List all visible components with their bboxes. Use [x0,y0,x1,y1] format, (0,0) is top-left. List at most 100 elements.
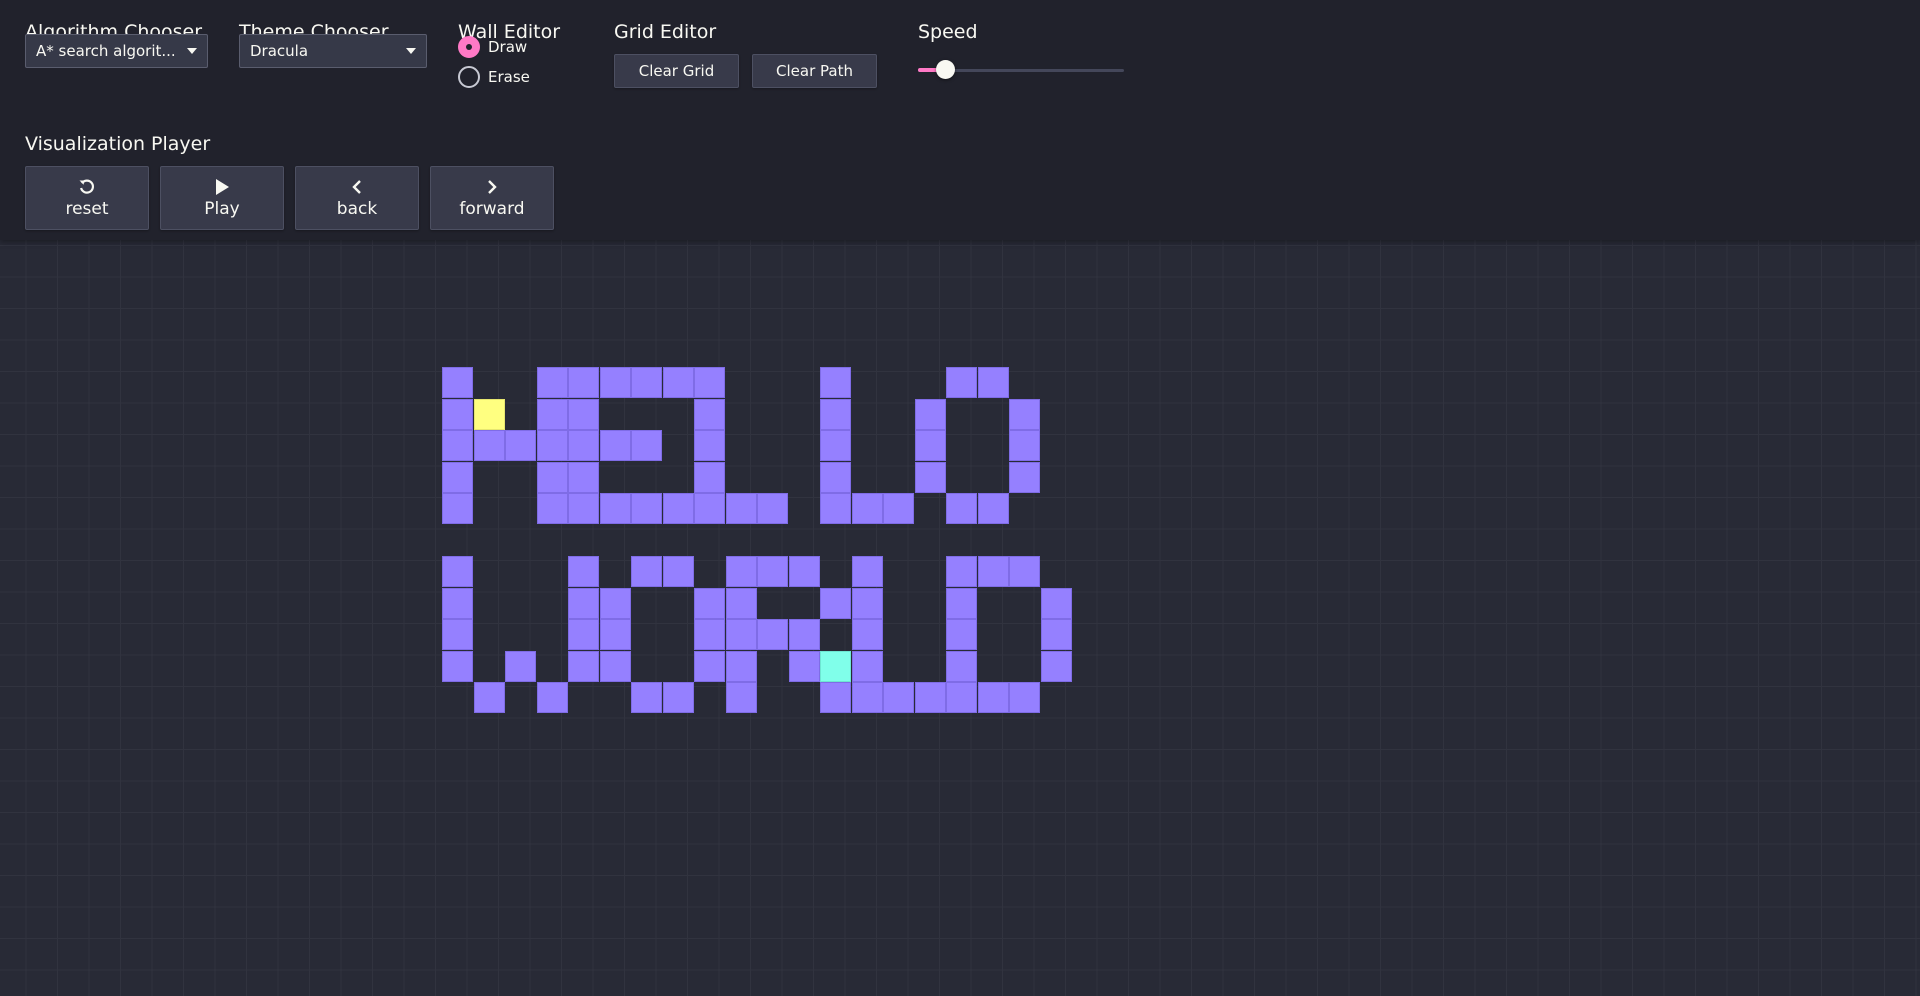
wall-cell[interactable] [442,493,473,524]
wall-cell[interactable] [599,367,631,398]
wall-cell[interactable] [694,367,725,398]
algorithm-select[interactable]: A* search algorit... [25,34,208,68]
wall-cell[interactable] [568,367,599,398]
wall-cell[interactable] [505,650,536,682]
play-button[interactable]: Play [160,166,284,230]
wall-cell[interactable] [757,619,788,650]
wall-cell[interactable] [694,619,725,650]
wall-cell[interactable] [725,619,757,650]
wall-cell[interactable] [662,367,694,398]
wall-cell[interactable] [1040,587,1072,619]
wall-cell[interactable] [725,682,757,713]
wall-cell[interactable] [442,587,473,619]
wall-cell[interactable] [914,430,946,461]
wall-cell[interactable] [977,493,1009,524]
clear-path-button[interactable]: Clear Path [752,54,877,88]
wall-cell[interactable] [631,682,662,713]
wall-cell[interactable] [599,619,631,650]
wall-cell[interactable] [977,556,1009,587]
wall-cell[interactable] [946,650,977,682]
wall-cell[interactable] [1040,619,1072,650]
wall-cell[interactable] [536,398,568,430]
back-button[interactable]: back [295,166,419,230]
reset-button[interactable]: reset [25,166,149,230]
wall-cell[interactable] [883,493,914,524]
wall-cell[interactable] [788,619,820,650]
wall-cell[interactable] [851,587,883,619]
wall-cell[interactable] [631,493,662,524]
wall-cell[interactable] [442,430,473,461]
wall-cell[interactable] [599,587,631,619]
start-node[interactable] [473,398,505,430]
wall-cell[interactable] [536,430,568,461]
theme-select[interactable]: Dracula [239,34,427,68]
speed-slider-thumb[interactable] [935,60,955,79]
wall-cell[interactable] [1009,556,1040,587]
wall-cell[interactable] [631,430,662,461]
wall-cell[interactable] [662,682,694,713]
wall-cell[interactable] [568,556,599,587]
wall-cell[interactable] [757,556,788,587]
wall-cell[interactable] [820,398,851,430]
wall-cell[interactable] [442,650,473,682]
wall-cell[interactable] [977,682,1009,713]
wall-cell[interactable] [725,650,757,682]
wall-cell[interactable] [442,556,473,587]
wall-cell[interactable] [725,556,757,587]
wall-cell[interactable] [914,398,946,430]
wall-cell[interactable] [946,367,977,398]
clear-grid-button[interactable]: Clear Grid [614,54,739,88]
wall-cell[interactable] [820,461,851,493]
wall-cell[interactable] [820,493,851,524]
wall-cell[interactable] [946,619,977,650]
wall-cell[interactable] [568,461,599,493]
wall-cell[interactable] [568,493,599,524]
wall-cell[interactable] [725,493,757,524]
wall-cell[interactable] [442,398,473,430]
wall-cell[interactable] [914,461,946,493]
wall-cell[interactable] [568,619,599,650]
wall-cell[interactable] [946,587,977,619]
wall-cell[interactable] [820,430,851,461]
wall-cell[interactable] [1009,682,1040,713]
radio-erase-indicator[interactable] [458,66,480,88]
pathfinding-grid[interactable] [0,240,1920,996]
wall-cell[interactable] [536,461,568,493]
wall-cell[interactable] [1009,430,1040,461]
radio-draw-indicator[interactable] [458,36,480,58]
wall-cell[interactable] [631,556,662,587]
wall-cell[interactable] [788,650,820,682]
wall-cell[interactable] [536,682,568,713]
wall-cell[interactable] [851,650,883,682]
wall-cell[interactable] [662,493,694,524]
wall-cell[interactable] [977,367,1009,398]
forward-button[interactable]: forward [430,166,554,230]
wall-cell[interactable] [694,461,725,493]
wall-cell[interactable] [568,398,599,430]
wall-cell[interactable] [820,682,851,713]
wall-cell[interactable] [536,367,568,398]
wall-cell[interactable] [568,430,599,461]
wall-cell[interactable] [599,430,631,461]
wall-cell[interactable] [442,367,473,398]
wall-cell[interactable] [851,619,883,650]
wall-cell[interactable] [694,650,725,682]
wall-cell[interactable] [883,682,914,713]
wall-cell[interactable] [473,430,505,461]
wall-cell[interactable] [788,556,820,587]
wall-cell[interactable] [694,430,725,461]
wall-cell[interactable] [442,461,473,493]
wall-cell[interactable] [694,493,725,524]
radio-erase[interactable]: Erase [458,64,530,90]
wall-cell[interactable] [631,367,662,398]
radio-draw[interactable]: Draw [458,34,527,60]
wall-cell[interactable] [1009,398,1040,430]
wall-cell[interactable] [914,682,946,713]
wall-cell[interactable] [694,587,725,619]
wall-cell[interactable] [757,493,788,524]
wall-cell[interactable] [946,556,977,587]
wall-cell[interactable] [725,587,757,619]
wall-cell[interactable] [1040,650,1072,682]
end-node[interactable] [820,650,851,682]
wall-cell[interactable] [820,367,851,398]
